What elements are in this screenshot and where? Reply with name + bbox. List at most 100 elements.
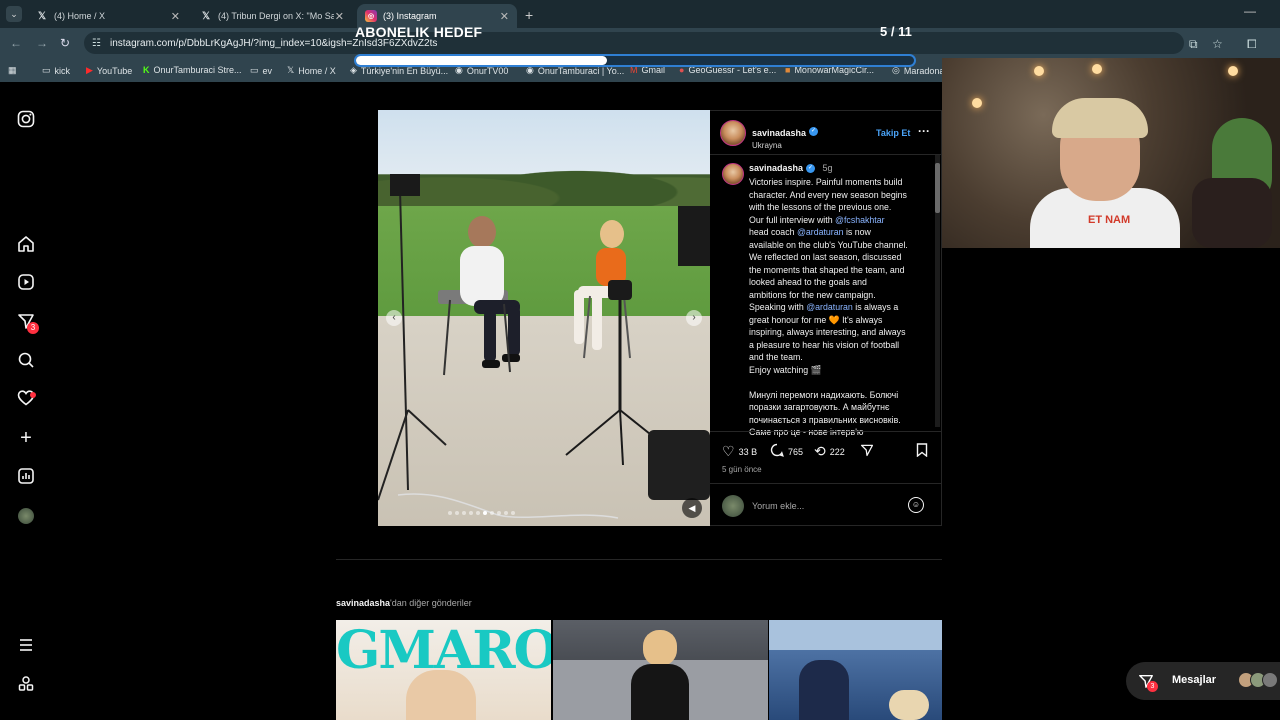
repost-count: 222 <box>829 446 845 457</box>
thumbnail-figure <box>631 664 689 720</box>
bookmark-star-icon[interactable]: ☆ <box>1212 37 1223 51</box>
verified-badge-icon: ✓ <box>809 127 819 137</box>
dashboard-icon[interactable] <box>16 467 36 487</box>
save-button[interactable] <box>916 443 932 460</box>
more-posts-username[interactable]: savinadasha <box>336 598 390 608</box>
comment-button[interactable]: 765 <box>770 443 803 460</box>
caption-line: We reflected on last season, discussed <box>749 252 902 262</box>
lamp-light <box>1092 64 1102 74</box>
home-icon[interactable] <box>16 235 36 255</box>
scrollbar-thumb[interactable] <box>935 163 940 213</box>
notification-badge: 3 <box>27 322 39 334</box>
post-details-panel: savinadasha ✓ Ukrayna Takip Et ··· savina… <box>710 110 942 526</box>
tab-home-x[interactable]: 𝕏 (4) Home / X ✕ <box>28 4 188 28</box>
search-icon[interactable] <box>16 351 36 371</box>
like-button[interactable]: ♡ 33 B <box>722 443 757 460</box>
extensions-icon[interactable]: ⧠ <box>1247 37 1257 52</box>
header-divider <box>710 154 942 155</box>
instagram-logo-icon[interactable] <box>16 110 36 130</box>
mention-link[interactable]: @ardaturan <box>797 227 844 237</box>
caption-line: head coach @ardaturan is now <box>749 227 871 237</box>
bookmark-item[interactable]: 𝕏 Home / X <box>287 65 336 76</box>
share-button[interactable] <box>860 443 878 460</box>
caption-line: available on the club's YouTube channel. <box>749 239 908 250</box>
tab-label: (4) Tribun Dergi on X: "Mo Sala <box>218 11 334 21</box>
bookmark-label: kick <box>54 65 71 76</box>
author-avatar[interactable] <box>720 120 746 146</box>
caption-avatar[interactable] <box>722 163 744 185</box>
x-icon: 𝕏 <box>37 10 47 22</box>
close-icon[interactable]: ✕ <box>500 10 509 23</box>
comment-input[interactable]: Yorum ekle... <box>752 501 804 511</box>
previous-slide-button[interactable]: ‹ <box>386 310 402 326</box>
caption-line: Саме про це - нове інтерв'ю <box>749 427 864 437</box>
profile-avatar[interactable] <box>16 506 36 526</box>
close-icon[interactable]: ✕ <box>335 10 344 23</box>
mention-link[interactable]: @fcshakhtar <box>835 215 885 225</box>
minimize-button[interactable]: — <box>1244 4 1256 18</box>
interview-scene-graphic <box>378 174 710 519</box>
more-options-icon[interactable]: ··· <box>918 124 930 138</box>
bookmark-item[interactable]: ▭ ev <box>250 65 272 76</box>
caption-line: looked ahead to the goals and <box>749 277 867 287</box>
install-app-icon[interactable]: ⧉ <box>1189 37 1198 52</box>
overlay-progress-bar <box>354 54 916 67</box>
caption-scrollbar[interactable] <box>935 155 940 427</box>
shirt-text: ET NAM <box>1088 214 1131 226</box>
caption-line <box>749 376 927 389</box>
bookmark-item[interactable]: ▭ kick <box>42 65 70 76</box>
caption-line: ambitions for the new campaign. <box>749 289 876 300</box>
caption-line: Our full interview with @fcshakhtar <box>749 214 885 225</box>
folder-icon: ▭ <box>250 65 259 75</box>
emoji-icon[interactable]: ☺ <box>908 497 924 513</box>
caption-line: поразки загартовують. А майбутнє <box>749 402 890 412</box>
verified-badge-icon: ✓ <box>806 164 816 174</box>
bookmark-item[interactable]: ▶ YouTube <box>86 65 132 76</box>
repost-icon: ⟲ <box>814 443 826 459</box>
mention-link[interactable]: @ardaturan <box>806 302 853 312</box>
create-icon[interactable]: + <box>16 428 36 448</box>
streamer-hair <box>1052 98 1148 138</box>
new-tab-button[interactable]: + <box>525 7 533 23</box>
messages-bar[interactable]: 3 Mesajlar <box>1126 662 1280 700</box>
contact-avatar <box>1262 672 1278 688</box>
more-posts-heading: savinadasha'dan diğer gönderiler <box>336 598 472 608</box>
menu-icon[interactable] <box>16 636 36 656</box>
back-icon[interactable]: ← <box>10 36 22 50</box>
post-location[interactable]: Ukrayna <box>752 141 818 150</box>
meta-apps-icon[interactable] <box>16 675 36 695</box>
post-media[interactable]: ‹ › ◀︎ <box>378 110 710 526</box>
site-info-icon[interactable]: ☷ <box>92 38 101 49</box>
bookmark-label: Maradona <box>903 65 945 76</box>
more-post-thumbnail[interactable]: GMARO <box>336 620 551 720</box>
follow-button[interactable]: Takip Et <box>876 128 910 138</box>
repost-button[interactable]: ⟲ 222 <box>814 443 845 460</box>
apps-icon[interactable]: ▦ <box>8 65 17 76</box>
next-slide-button[interactable]: › <box>686 310 702 326</box>
more-posts-suffix: 'dan diğer gönderiler <box>390 598 472 608</box>
close-icon[interactable]: ✕ <box>171 10 180 23</box>
author-username[interactable]: savinadasha <box>752 128 806 138</box>
more-post-thumbnail[interactable] <box>553 620 768 720</box>
user-avatar <box>722 495 744 517</box>
reels-icon[interactable] <box>16 273 36 293</box>
comment-box: Yorum ekle... ☺ <box>722 495 932 517</box>
caption-line: Минулі перемоги надихають. Болючі <box>749 389 899 400</box>
mute-button[interactable]: ◀︎ <box>682 498 702 518</box>
post-actions: ♡ 33 B 765 ⟲ 222 <box>722 443 932 459</box>
tab-strip: ⌄ 𝕏 (4) Home / X ✕ 𝕏 (4) Tribun Dergi on… <box>0 0 1280 28</box>
caption-line: Speaking with @ardaturan is always a <box>749 302 899 312</box>
caption-line: Victories inspire. Painful moments build <box>749 177 903 187</box>
forward-icon[interactable]: → <box>36 36 48 50</box>
reload-icon[interactable]: ↻ <box>60 36 70 50</box>
messages-label: Mesajlar <box>1172 674 1217 686</box>
caption-header: savinadasha ✓ 5g <box>749 163 833 174</box>
comment-divider <box>710 483 942 484</box>
bookmark-item[interactable]: K OnurTamburaci Stre... <box>143 65 242 75</box>
tab-search-button[interactable]: ⌄ <box>6 6 22 22</box>
caption-username[interactable]: savinadasha <box>749 163 803 173</box>
x-icon: 𝕏 <box>287 65 295 75</box>
actions-divider <box>710 431 942 432</box>
section-divider <box>336 559 984 560</box>
tab-tribun-dergi[interactable]: 𝕏 (4) Tribun Dergi on X: "Mo Sala ✕ <box>192 4 352 28</box>
